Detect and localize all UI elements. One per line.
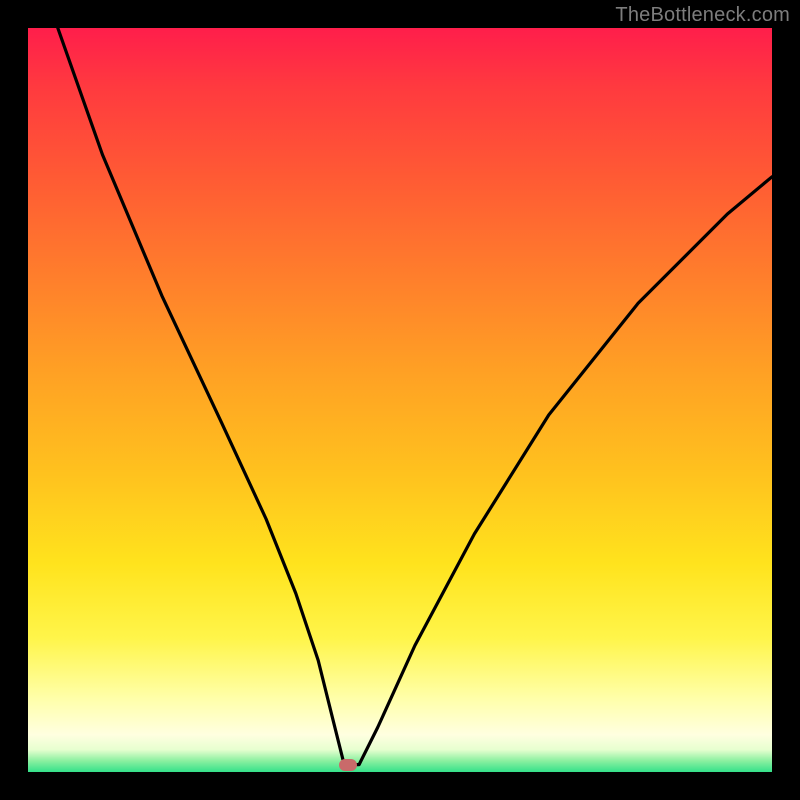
plot-area [28,28,772,772]
optimum-marker [339,759,357,771]
chart-frame: TheBottleneck.com [0,0,800,800]
bottleneck-curve [28,28,772,772]
watermark-text: TheBottleneck.com [615,4,790,27]
